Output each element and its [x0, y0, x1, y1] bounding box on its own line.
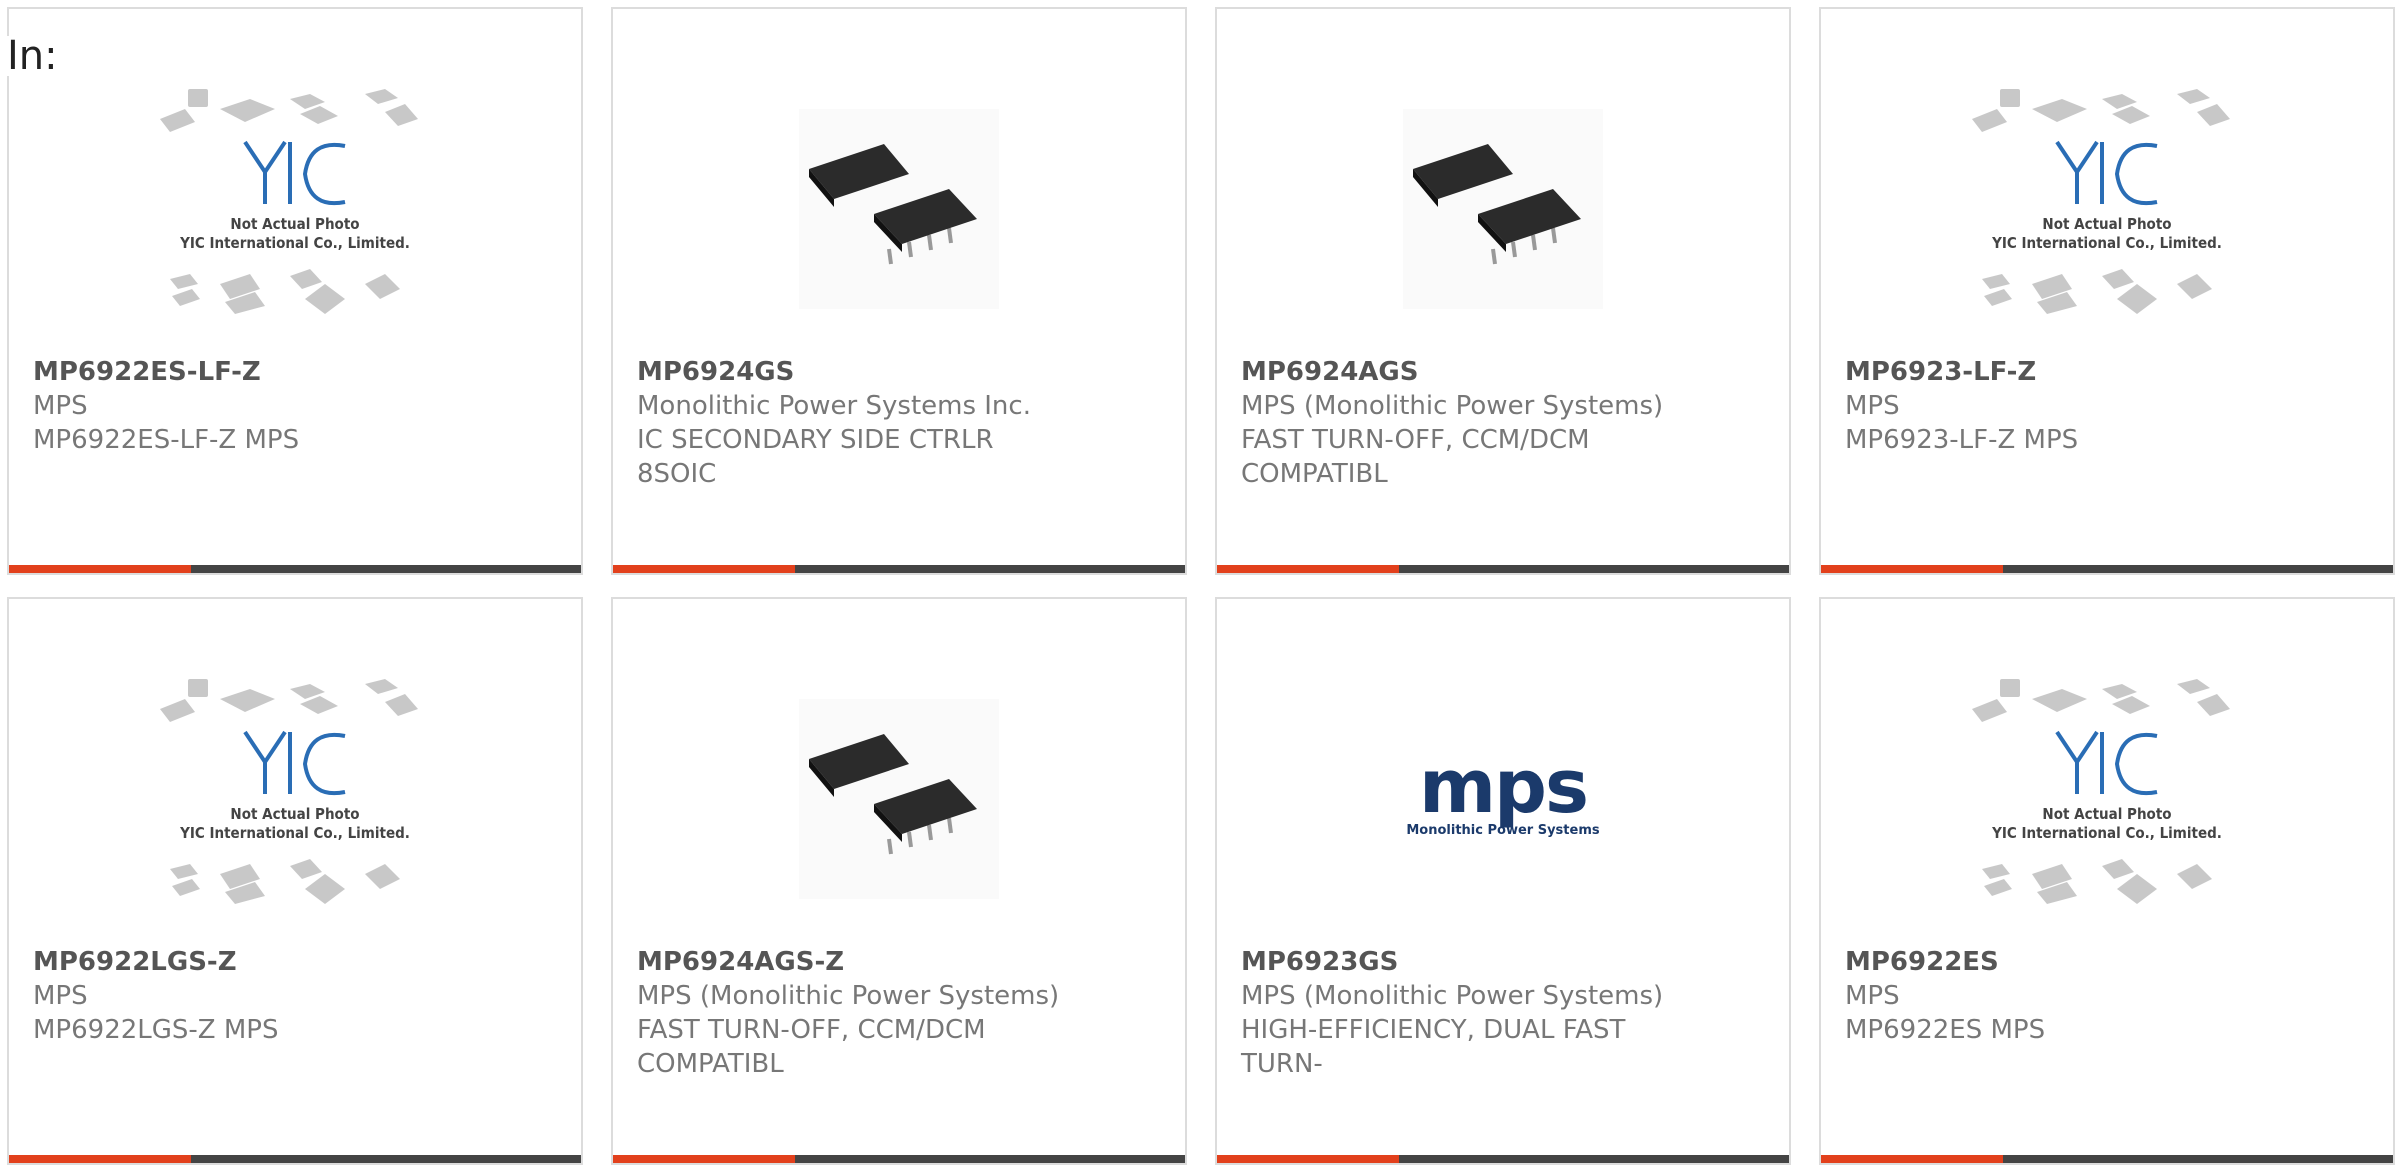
yic-company-text: YIC International Co., Limited.	[1991, 234, 2222, 252]
part-number[interactable]: MP6924AGS-Z	[637, 945, 1161, 979]
product-card[interactable]: Not Actual Photo YIC International Co., …	[7, 7, 583, 575]
description: MP6923-LF-Z MPS	[1845, 425, 2079, 455]
description: MP6922ES MPS	[1845, 1015, 2046, 1045]
card-bar	[613, 565, 1185, 573]
not-actual-photo-text: Not Actual Photo	[230, 805, 359, 823]
part-number[interactable]: MP6924AGS	[1241, 355, 1765, 389]
manufacturer: MPS	[1845, 981, 1900, 1011]
not-actual-photo-text: Not Actual Photo	[2042, 805, 2171, 823]
not-actual-photo-text: Not Actual Photo	[230, 215, 359, 233]
manufacturer: MPS	[33, 981, 88, 1011]
card-bar	[9, 565, 581, 573]
card-bar	[9, 1155, 581, 1163]
soic8-chip-icon	[1217, 69, 1789, 349]
card-bar	[613, 1155, 1185, 1163]
card-bar	[1821, 565, 2393, 573]
manufacturer: MPS	[33, 391, 88, 421]
part-number[interactable]: MP6923-LF-Z	[1845, 355, 2369, 389]
description: MP6922ES-LF-Z MPS	[33, 425, 300, 455]
manufacturer: MPS	[1845, 391, 1900, 421]
description: MP6922LGS-Z MPS	[33, 1015, 279, 1045]
description: FAST TURN-OFF, CCM/DCM COMPATIBL	[637, 1015, 986, 1079]
part-number[interactable]: MP6922ES-LF-Z	[33, 355, 557, 389]
product-card[interactable]: mps Monolithic Power Systems MP6923GS MP…	[1215, 597, 1791, 1165]
card-bar	[1217, 565, 1789, 573]
soic8-chip-icon	[613, 69, 1185, 349]
manufacturer: MPS (Monolithic Power Systems)	[1241, 981, 1664, 1011]
mps-tagline: Monolithic Power Systems	[1406, 823, 1599, 838]
not-actual-photo-text: Not Actual Photo	[2042, 215, 2171, 233]
yic-company-text: YIC International Co., Limited.	[179, 824, 410, 842]
yic-placeholder-icon: Not Actual Photo YIC International Co., …	[1821, 659, 2393, 939]
product-card[interactable]: MP6924AGS MPS (Monolithic Power Systems)…	[1215, 7, 1791, 575]
product-card[interactable]: Not Actual Photo YIC International Co., …	[7, 597, 583, 1165]
manufacturer: MPS (Monolithic Power Systems)	[637, 981, 1060, 1011]
yic-company-text: YIC International Co., Limited.	[1991, 824, 2222, 842]
part-number[interactable]: MP6922ES	[1845, 945, 2369, 979]
yic-company-text: YIC International Co., Limited.	[179, 234, 410, 252]
mps-logo-icon: mps Monolithic Power Systems	[1217, 659, 1789, 939]
product-card[interactable]: MP6924GS Monolithic Power Systems Inc. I…	[611, 7, 1187, 575]
product-card[interactable]: MP6924AGS-Z MPS (Monolithic Power System…	[611, 597, 1187, 1165]
manufacturer: Monolithic Power Systems Inc.	[637, 391, 1031, 421]
mps-wordmark: mps	[1419, 754, 1587, 830]
description: HIGH-EFFICIENCY, DUAL FAST TURN-	[1241, 1015, 1626, 1079]
description: IC SECONDARY SIDE CTRLR 8SOIC	[637, 425, 994, 489]
part-number[interactable]: MP6923GS	[1241, 945, 1765, 979]
yic-placeholder-icon: Not Actual Photo YIC International Co., …	[9, 659, 581, 939]
card-bar	[1821, 1155, 2393, 1163]
soic8-chip-icon	[613, 659, 1185, 939]
card-bar	[1217, 1155, 1789, 1163]
yic-placeholder-icon: Not Actual Photo YIC International Co., …	[9, 69, 581, 349]
filter-label: In:	[7, 36, 64, 76]
part-number[interactable]: MP6924GS	[637, 355, 1161, 389]
part-number[interactable]: MP6922LGS-Z	[33, 945, 557, 979]
product-card[interactable]: Not Actual Photo YIC International Co., …	[1819, 7, 2395, 575]
manufacturer: MPS (Monolithic Power Systems)	[1241, 391, 1664, 421]
description: FAST TURN-OFF, CCM/DCM COMPATIBL	[1241, 425, 1590, 489]
yic-placeholder-icon: Not Actual Photo YIC International Co., …	[1821, 69, 2393, 349]
product-card[interactable]: Not Actual Photo YIC International Co., …	[1819, 597, 2395, 1165]
